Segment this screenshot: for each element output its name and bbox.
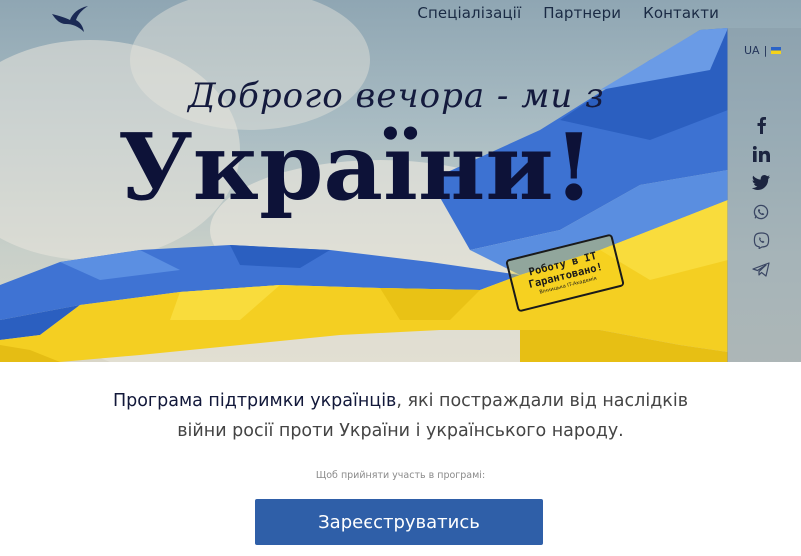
language-separator: | [763, 44, 768, 57]
twitter-icon[interactable] [751, 173, 771, 192]
social-links [751, 115, 771, 279]
program-intro: Програма підтримки українців, які постра… [0, 386, 801, 446]
program-intro-line-2: війни росії проти України і українського… [177, 421, 624, 441]
page: Спеціалізації Партнери Контакти UA | Доб… [0, 0, 801, 556]
language-switcher[interactable]: UA | [744, 44, 782, 57]
swallow-logo-icon[interactable] [50, 4, 90, 34]
program-intro-rest: , які постраждали від наслідків [396, 391, 689, 411]
hero-banner: Спеціалізації Партнери Контакти UA | Доб… [0, 0, 801, 362]
participation-hint: Щоб прийняти участь в програмі: [315, 470, 486, 481]
nav-link-contacts[interactable]: Контакти [643, 4, 719, 22]
language-code[interactable]: UA [744, 44, 760, 57]
program-name: Програма підтримки українців [112, 391, 397, 411]
hero-greeting: Доброго вечора - ми з [188, 76, 605, 116]
facebook-icon[interactable] [751, 115, 771, 134]
hero-headline: України! [118, 113, 594, 221]
telegram-icon[interactable] [751, 260, 771, 279]
register-button[interactable]: Зареєструватись [255, 499, 543, 545]
nav-link-partners[interactable]: Партнери [543, 4, 621, 22]
linkedin-icon[interactable] [751, 144, 771, 163]
viber-icon[interactable] [751, 231, 771, 250]
nav-link-specializations[interactable]: Спеціалізації [417, 4, 521, 22]
top-nav: Спеціалізації Партнери Контакти [417, 4, 719, 22]
ukraine-flag-icon[interactable] [771, 47, 782, 54]
whatsapp-icon[interactable] [751, 202, 771, 221]
program-intro-line-1: Програма підтримки українців, які постра… [113, 391, 688, 411]
